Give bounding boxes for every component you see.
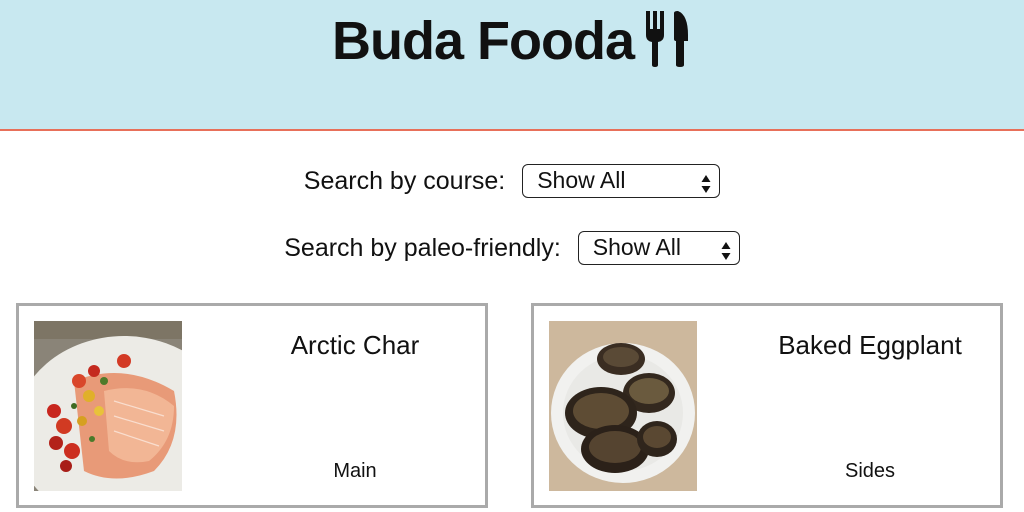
recipe-card[interactable]: Arctic Char Main xyxy=(16,303,488,508)
recipe-name: Arctic Char xyxy=(290,330,420,360)
paleo-select-value: Show All xyxy=(592,234,681,261)
course-filter-label: Search by course: xyxy=(303,167,506,196)
paleo-filter: Search by paleo-friendly: Show All xyxy=(0,229,1024,266)
paleo-select[interactable]: Show All xyxy=(577,231,740,266)
select-arrows-icon xyxy=(721,238,731,261)
recipe-card[interactable]: Baked Eggplant Sides xyxy=(531,303,1003,508)
select-arrows-icon xyxy=(701,171,711,194)
recipe-name: Baked Eggplant xyxy=(778,330,962,360)
recipe-photo xyxy=(34,321,182,491)
paleo-filter-label: Search by paleo-friendly: xyxy=(284,234,561,263)
site-header: Buda Fooda xyxy=(0,0,1024,131)
course-select-value: Show All xyxy=(537,167,626,194)
site-title-text: Buda Fooda xyxy=(332,11,635,71)
site-title: Buda Fooda xyxy=(0,8,1024,74)
recipe-photo xyxy=(549,321,697,491)
recipe-course: Sides xyxy=(844,460,896,482)
recipe-course: Main xyxy=(333,460,377,482)
fork-knife-icon xyxy=(644,11,692,67)
course-select[interactable]: Show All xyxy=(522,164,721,199)
course-filter: Search by course: Show All xyxy=(0,162,1024,199)
